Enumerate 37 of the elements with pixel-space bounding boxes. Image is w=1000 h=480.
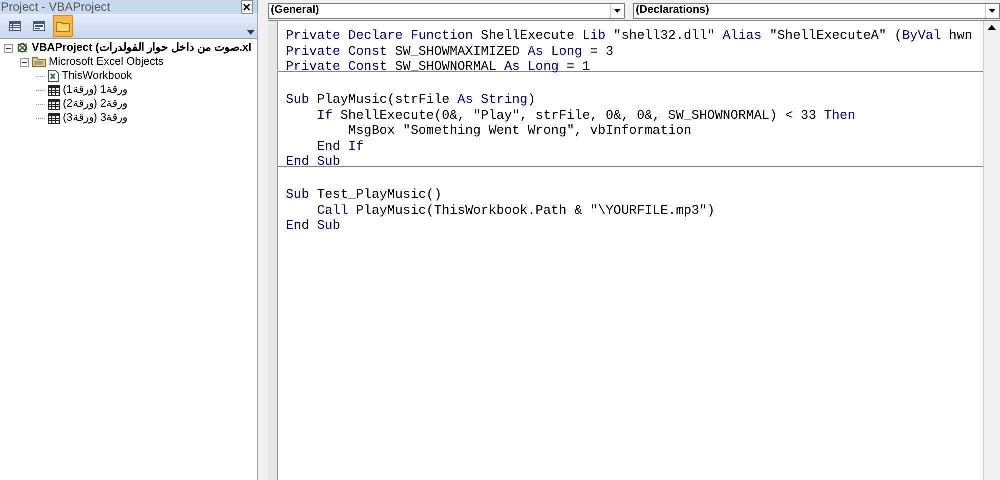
code-line: Private Const SW_SHOWMAXIMIZED As Long = 3 [286, 44, 614, 58]
collapse-icon[interactable] [4, 44, 13, 52]
sheet-icon [48, 84, 60, 96]
tree-item[interactable]: ورقة2 (ورقة2) [63, 97, 128, 111]
folder-icon [56, 20, 70, 32]
tree-item[interactable]: ورقة3 (ورقة3) [63, 111, 128, 125]
code-line: End Sub [286, 218, 341, 233]
form-icon [33, 21, 45, 31]
toolbar-button[interactable] [53, 15, 73, 37]
object-dropdown[interactable]: (General) [268, 2, 625, 18]
code-line: Sub Test_PlayMusic() [286, 187, 442, 202]
code-line: If ShellExecute(0&, "Play", strFile, 0&, 0&, SW_SHOWNORMAL) < 33 Then [316, 108, 856, 122]
tree-item[interactable]: VBAProject (صوت من داخل حوار الفولدرات.xl [32, 41, 252, 55]
sheet-icon [48, 98, 60, 110]
collapse-icon[interactable] [20, 58, 29, 66]
code-line: Private Const SW_SHOWNORMAL As Long = 1 [286, 59, 590, 74]
dropdown-icon[interactable] [247, 28, 255, 36]
grid-icon [9, 21, 21, 31]
close-button[interactable]: × [240, 0, 253, 14]
code-line: MsgBox "Something Went Wrong", vbInformation [347, 123, 692, 138]
folder-icon [32, 57, 46, 67]
scroll-up-icon[interactable] [988, 25, 996, 30]
tree-item[interactable]: ورقة1 (ورقة1) [63, 83, 128, 97]
code-line: Private Declare Function ShellExecute Lib "shell32.dll" Alias "ShellExecuteA" (ByVal hwn [286, 28, 973, 43]
code-line: End If [316, 138, 364, 154]
tree-item[interactable]: Microsoft Excel Objects [49, 55, 164, 69]
caret-icon [614, 8, 621, 12]
panel-title: Project - VBAProject [1, 0, 110, 14]
procedure-dropdown[interactable]: (Declarations) [633, 2, 1000, 18]
caret-icon [989, 8, 996, 12]
code-line: End Sub [286, 154, 341, 169]
code-line: Call PlayMusic(ThisWorkbook.Path & "\YOURFILE.mp3") [316, 202, 716, 218]
sheet-icon [48, 112, 60, 124]
workbook-icon [48, 70, 59, 82]
project-icon [16, 42, 29, 54]
code-line: Sub PlayMusic(strFile As String) [286, 92, 536, 107]
tree-item[interactable]: ThisWorkbook [62, 69, 132, 83]
